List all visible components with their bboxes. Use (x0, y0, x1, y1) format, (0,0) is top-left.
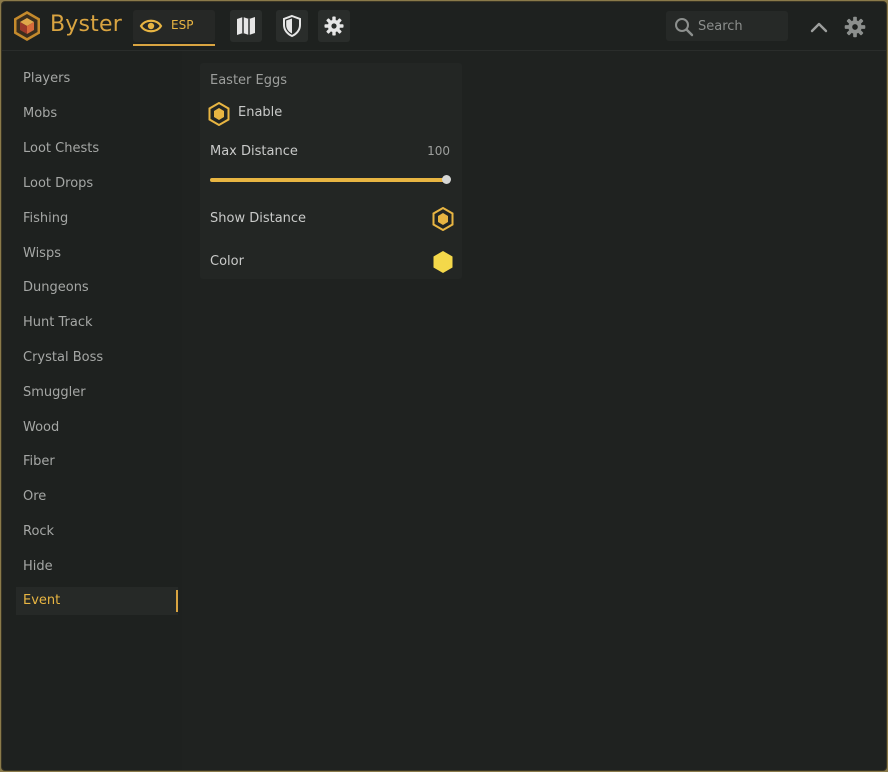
sidebar-item-hide[interactable]: Hide (16, 553, 178, 581)
tab-esp[interactable]: ESP (133, 10, 215, 46)
sidebar-item-label: Event (23, 593, 61, 608)
sidebar-item-label: Loot Chests (23, 141, 100, 156)
sidebar-item-label: Wood (23, 420, 60, 435)
sidebar-item-label: Dungeons (23, 280, 89, 295)
active-indicator (176, 590, 178, 612)
app-window: Byster ESP Search Players Mobs Loot Ches… (2, 2, 886, 770)
sidebar-item-crystal-boss[interactable]: Crystal Boss (16, 344, 178, 372)
sidebar-item-label: Ore (23, 489, 47, 504)
sidebar-item-event[interactable]: Event (16, 587, 178, 615)
tab-shield[interactable] (276, 10, 308, 42)
sidebar-item-label: Loot Drops (23, 176, 94, 191)
sidebar-item-loot-drops[interactable]: Loot Drops (16, 170, 178, 198)
main-content: Easter Eggs Enable Max Distance 100 Show… (184, 51, 886, 770)
color-label: Color (210, 254, 244, 269)
sidebar: Players Mobs Loot Chests Loot Drops Fish… (2, 51, 182, 770)
sidebar-item-mobs[interactable]: Mobs (16, 100, 178, 128)
color-swatch[interactable] (432, 250, 454, 274)
max-distance-value: 100 (427, 144, 450, 158)
byster-logo-icon (14, 11, 40, 41)
sidebar-item-players[interactable]: Players (16, 65, 178, 93)
chevron-up-icon[interactable] (806, 14, 832, 40)
tab-esp-label: ESP (171, 18, 194, 32)
sidebar-item-wood[interactable]: Wood (16, 414, 178, 442)
enable-toggle[interactable]: Enable (208, 101, 328, 126)
tab-map[interactable] (230, 10, 262, 42)
tab-settings[interactable] (318, 10, 350, 42)
eye-icon (139, 19, 163, 33)
sidebar-item-label: Hunt Track (23, 315, 93, 330)
top-bar: Byster ESP (2, 2, 886, 51)
show-distance-toggle[interactable] (432, 207, 454, 231)
sidebar-item-label: Smuggler (23, 385, 86, 400)
sidebar-item-wisps[interactable]: Wisps (16, 240, 178, 268)
show-distance-label: Show Distance (210, 211, 307, 226)
sidebar-item-label: Players (23, 71, 71, 86)
sidebar-item-label: Fishing (23, 211, 69, 226)
sidebar-item-fiber[interactable]: Fiber (16, 448, 178, 476)
sidebar-item-dungeons[interactable]: Dungeons (16, 274, 178, 302)
max-distance-label: Max Distance (210, 144, 298, 159)
sidebar-item-label: Hide (23, 559, 53, 574)
settings-panel: Easter Eggs Enable Max Distance 100 Show… (200, 63, 462, 279)
sidebar-item-loot-chests[interactable]: Loot Chests (16, 135, 178, 163)
sidebar-item-label: Rock (23, 524, 55, 539)
search-input[interactable] (698, 16, 782, 36)
hexagon-toggle-icon (208, 102, 230, 126)
search-box[interactable] (666, 11, 788, 41)
map-icon (237, 17, 255, 35)
slider-thumb[interactable] (442, 175, 451, 184)
sidebar-item-label: Wisps (23, 246, 61, 261)
sidebar-item-label: Fiber (23, 454, 55, 469)
tab-active-indicator (133, 44, 215, 46)
sidebar-item-rock[interactable]: Rock (16, 518, 178, 546)
sidebar-item-label: Crystal Boss (23, 350, 104, 365)
brand-name: Byster (50, 12, 122, 37)
sidebar-item-smuggler[interactable]: Smuggler (16, 379, 178, 407)
panel-title: Easter Eggs (210, 73, 288, 88)
search-icon (675, 18, 694, 37)
max-distance-slider[interactable] (210, 173, 451, 187)
gear-icon[interactable] (842, 14, 868, 40)
sidebar-item-fishing[interactable]: Fishing (16, 205, 178, 233)
shield-icon (283, 14, 301, 38)
enable-label: Enable (238, 105, 283, 120)
gear-icon (324, 16, 344, 36)
sidebar-item-hunt-track[interactable]: Hunt Track (16, 309, 178, 337)
slider-fill (210, 178, 448, 182)
sidebar-item-ore[interactable]: Ore (16, 483, 178, 511)
sidebar-item-label: Mobs (23, 106, 58, 121)
